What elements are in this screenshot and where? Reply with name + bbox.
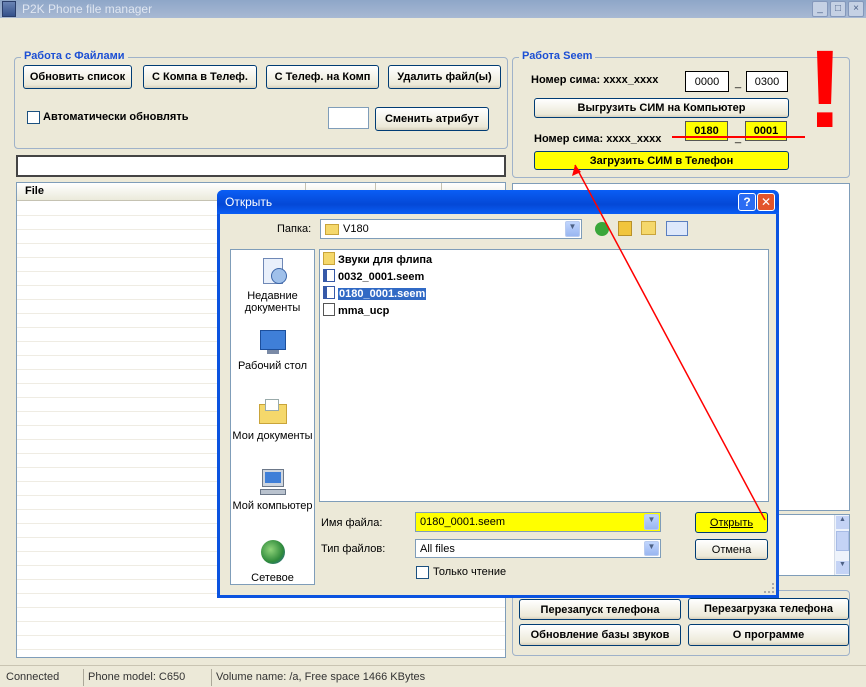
seem-group-title: Работа Seem (519, 50, 596, 62)
dialog-title: Открыть (225, 195, 273, 209)
sim-number-label-1: Номер сима: xxxx_xxxx (531, 74, 659, 86)
table-row[interactable] (17, 636, 505, 650)
folder-label: Папка: (277, 223, 312, 235)
list-item[interactable]: Звуки для флипа (323, 252, 432, 268)
folder-icon (323, 252, 335, 265)
place-my-documents-label: Мои документы (232, 430, 313, 442)
log-scrollbar[interactable]: ▲ ▼ (834, 515, 849, 575)
place-desktop-label: Рабочий стол (237, 360, 308, 372)
places-bar: Недавние документы Рабочий стол Мои доку… (230, 249, 315, 585)
place-network-label: Сетевое (251, 572, 294, 584)
new-folder-icon[interactable] (641, 221, 656, 235)
pc-to-phone-button[interactable]: С Компа в Телеф. (143, 65, 257, 89)
filename-field[interactable]: 0180_0001.seem ▼ (415, 512, 661, 532)
sim2-part-a-field[interactable]: 0180 (685, 121, 728, 141)
folder-value: V180 (343, 223, 369, 235)
filename-label: Имя файла: (321, 517, 383, 529)
table-row[interactable] (17, 622, 505, 636)
dialog-body: Папка: V180 ▼ Недавние документы Рабочий… (220, 214, 776, 595)
auto-refresh-label: Автоматически обновлять (43, 111, 189, 123)
network-icon (257, 538, 289, 570)
auto-refresh-checkbox[interactable] (27, 111, 40, 124)
readonly-label: Только чтение (433, 566, 507, 578)
folder-combo[interactable]: V180 ▼ (320, 219, 582, 239)
window-title: P2K Phone file manager (22, 2, 153, 16)
status-volume: Volume name: /a, Free space 1466 KBytes (211, 669, 611, 686)
desktop-icon (257, 326, 289, 358)
restart-phone-button[interactable]: Перезапуск телефона (519, 599, 681, 620)
cancel-button[interactable]: Отмена (695, 539, 768, 560)
place-recent[interactable]: Недавние документы (231, 256, 314, 314)
seem-file-icon (323, 286, 335, 299)
path-field[interactable] (16, 155, 506, 177)
attribute-field[interactable] (328, 107, 369, 129)
chevron-down-icon[interactable]: ▼ (644, 541, 659, 556)
open-file-dialog: Открыть ? ✕ Папка: V180 ▼ Недавние докум… (217, 190, 779, 598)
list-item-selected[interactable]: 0180_0001.seem (323, 286, 427, 302)
reboot-phone-button[interactable]: Перезагрузка телефона (688, 598, 849, 620)
dialog-file-list[interactable]: Звуки для флипа 0032_0001.seem 0180_0001… (319, 249, 769, 502)
file-column-header[interactable]: File (25, 185, 44, 197)
sim2-part-b-field[interactable]: 0001 (745, 121, 787, 141)
place-desktop[interactable]: Рабочий стол (231, 326, 314, 372)
sim2-separator: _ (735, 132, 742, 144)
refresh-list-button[interactable]: Обновить список (23, 65, 132, 89)
list-item[interactable]: mma_ucp (323, 303, 389, 319)
close-icon[interactable]: × (848, 1, 864, 17)
sim1-part-a-field[interactable]: 0000 (685, 71, 729, 92)
about-button[interactable]: О программе (688, 624, 849, 646)
import-sim-button[interactable]: Загрузить СИМ в Телефон (534, 151, 789, 170)
filetype-label: Тип файлов: (321, 543, 386, 555)
place-network[interactable]: Сетевое (231, 538, 314, 584)
exclamation-annotation: ! (806, 28, 844, 151)
filename-value: 0180_0001.seem (420, 516, 506, 528)
seem-file-icon (323, 269, 335, 282)
back-icon[interactable] (595, 222, 609, 236)
place-my-computer-label: Мой компьютер (232, 500, 313, 512)
place-recent-label: Недавние документы (244, 290, 301, 314)
delete-files-button[interactable]: Удалить файл(ы) (388, 65, 501, 89)
update-sounds-button[interactable]: Обновление базы звуков (519, 624, 681, 646)
my-computer-icon (257, 466, 289, 498)
close-icon[interactable]: ✕ (757, 193, 775, 211)
app-icon (2, 1, 16, 17)
export-sim-button[interactable]: Выгрузить СИМ на Компьютер (534, 98, 789, 118)
dialog-titlebar[interactable]: Открыть (217, 190, 779, 214)
chevron-down-icon[interactable]: ▼ (644, 514, 659, 530)
minimize-icon[interactable]: _ (812, 1, 828, 17)
status-phone-model: Phone model: C650 (83, 669, 209, 686)
up-folder-icon[interactable] (618, 221, 632, 236)
my-documents-icon (257, 396, 289, 428)
help-icon[interactable]: ? (738, 193, 756, 211)
sim1-part-b-field[interactable]: 0300 (746, 71, 788, 92)
phone-to-pc-button[interactable]: С Телеф. на Комп (266, 65, 379, 89)
place-my-documents[interactable]: Мои документы (231, 396, 314, 442)
maximize-icon[interactable]: □ (830, 1, 846, 17)
folder-icon (325, 223, 339, 235)
view-menu-icon[interactable] (666, 221, 688, 236)
chevron-down-icon[interactable]: ▼ (565, 221, 580, 237)
window-titlebar[interactable]: P2K Phone file manager _ □ × (0, 0, 866, 18)
files-group-title: Работа с Файлами (21, 50, 128, 62)
open-button[interactable]: Открыть (695, 512, 768, 533)
change-attribute-button[interactable]: Сменить атрибут (375, 107, 489, 131)
table-row[interactable] (17, 608, 505, 622)
filetype-combo[interactable]: All files ▼ (415, 539, 661, 558)
list-item[interactable]: 0032_0001.seem (323, 269, 424, 285)
log-pane[interactable]: ▲ ▼ (775, 514, 850, 576)
recent-documents-icon (257, 256, 289, 288)
status-connection: Connected (6, 671, 60, 683)
place-my-computer[interactable]: Мой компьютер (231, 466, 314, 512)
filetype-value: All files (420, 542, 455, 555)
sim-number-label-2: Номер сима: xxxx_xxxx (534, 133, 662, 145)
resize-grip[interactable] (764, 583, 774, 593)
sim1-separator: _ (735, 77, 742, 89)
file-icon (323, 303, 335, 316)
status-bar: Connected Phone model: C650 Volume name:… (0, 665, 866, 687)
readonly-checkbox[interactable] (416, 566, 429, 579)
